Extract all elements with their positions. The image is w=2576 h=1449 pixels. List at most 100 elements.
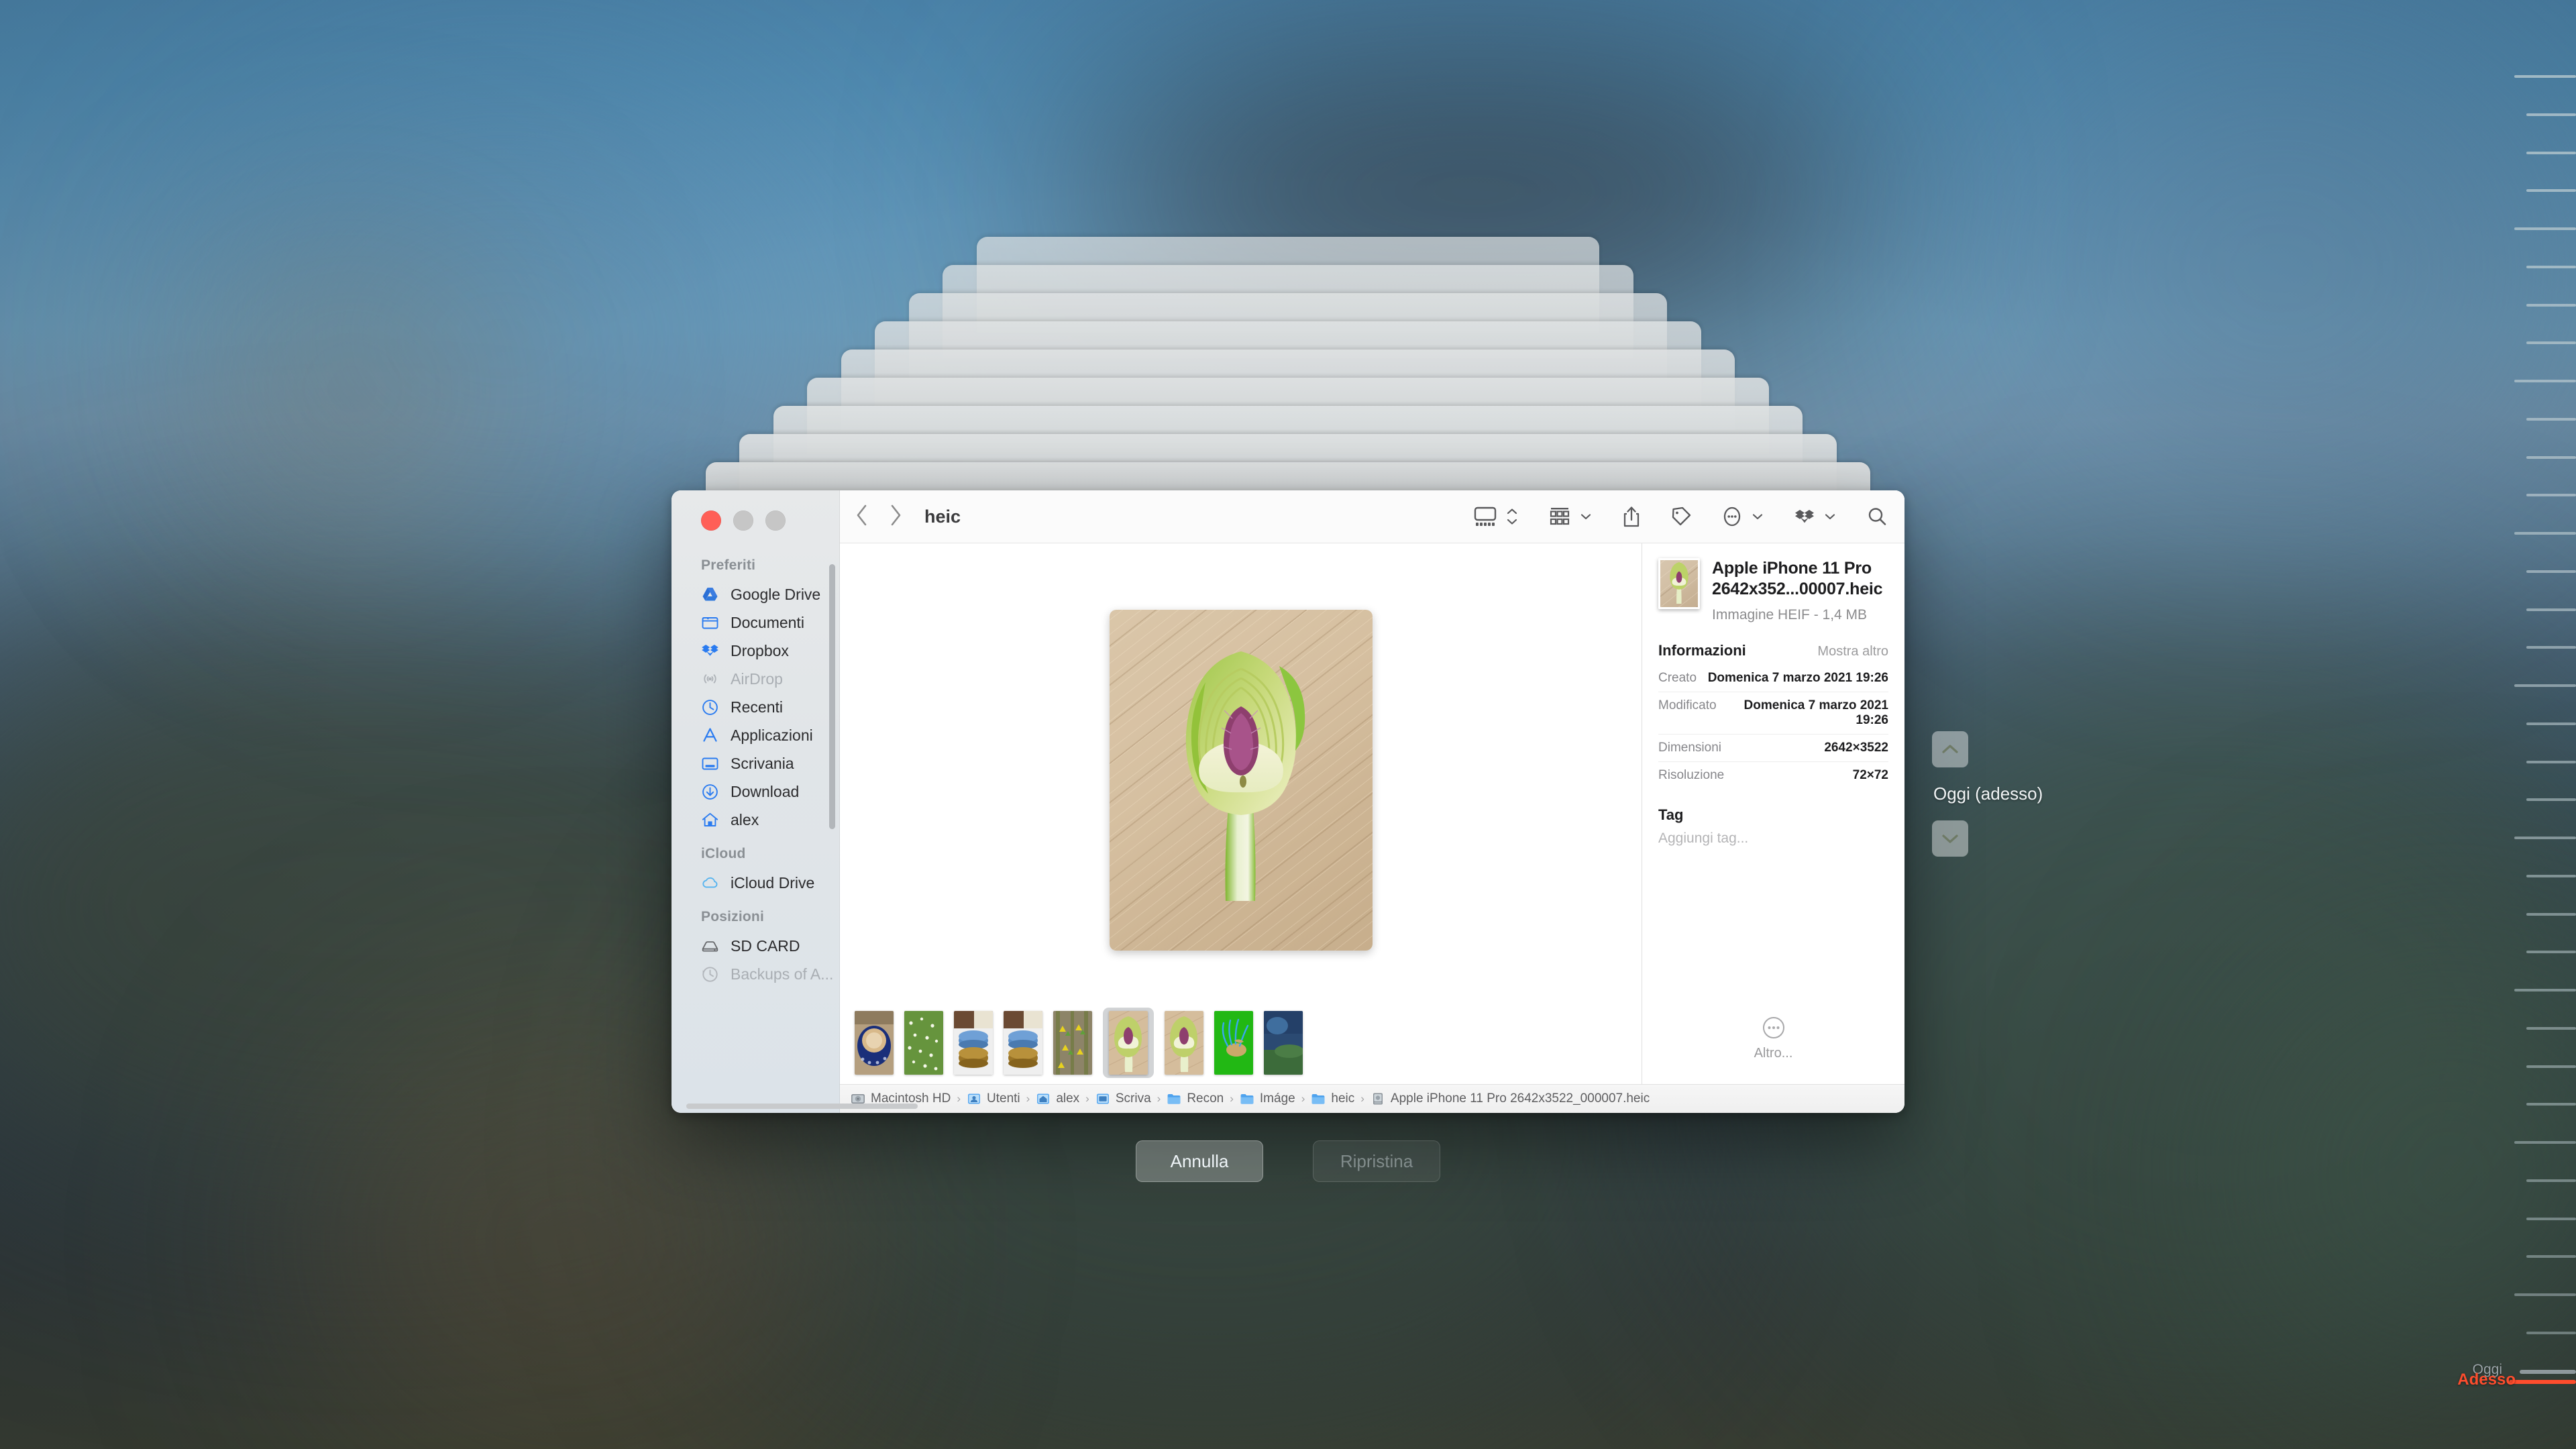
sidebar-item-scrivania[interactable]: Scrivania xyxy=(672,749,839,777)
timeline-tick[interactable] xyxy=(2514,227,2576,231)
timeline-tick[interactable] xyxy=(2526,303,2576,307)
timeline-tick[interactable] xyxy=(2514,837,2576,840)
filmstrip-scrollbar[interactable] xyxy=(686,1104,918,1109)
restore-action-bar: Annulla Ripristina xyxy=(0,1140,2576,1182)
timeline-tick[interactable] xyxy=(2526,455,2576,459)
timeline-tick[interactable] xyxy=(2526,494,2576,497)
filmstrip-thumbnail[interactable] xyxy=(1214,1010,1253,1075)
timeline-tick[interactable] xyxy=(2526,912,2576,916)
breadcrumb-separator: › xyxy=(1085,1092,1089,1105)
close-button[interactable] xyxy=(701,511,721,531)
sidebar-item-label: Recenti xyxy=(731,698,783,716)
timeline-tick[interactable] xyxy=(2526,874,2576,877)
breadcrumb-item[interactable]: Utenti xyxy=(967,1091,1020,1106)
timeline-tick[interactable] xyxy=(2526,1103,2576,1106)
download-icon xyxy=(701,783,719,801)
arrange-by-button[interactable] xyxy=(1549,506,1592,527)
sidebar-item-airdrop[interactable]: AirDrop xyxy=(672,665,839,693)
timeline-tick[interactable] xyxy=(2526,798,2576,802)
folder-icon xyxy=(1311,1091,1326,1106)
sidebar-item-dropbox[interactable]: Dropbox xyxy=(672,637,839,665)
go-back-in-time-button[interactable] xyxy=(1932,731,1968,767)
back-button[interactable] xyxy=(855,503,869,531)
breadcrumb-item[interactable]: Recon xyxy=(1167,1091,1224,1106)
timeline-tick[interactable] xyxy=(2526,1255,2576,1258)
dropbox-toolbar-button[interactable] xyxy=(1794,506,1836,527)
today-tick[interactable] xyxy=(2520,1370,2576,1374)
add-tag-input[interactable]: Aggiungi tag... xyxy=(1658,830,1888,847)
timeline-tick[interactable] xyxy=(2514,532,2576,535)
show-more-link[interactable]: Mostra altro xyxy=(1817,644,1888,659)
sidebar-item-recenti[interactable]: Recenti xyxy=(672,693,839,721)
sidebar-item-documenti[interactable]: Documenti xyxy=(672,608,839,637)
timeline-tick[interactable] xyxy=(2526,341,2576,345)
image-preview[interactable] xyxy=(840,543,1642,1001)
sidebar-item-alex[interactable]: alex xyxy=(672,806,839,834)
timeline-tick[interactable] xyxy=(2526,417,2576,421)
time-machine-timeline[interactable]: Oggi Adesso xyxy=(2457,0,2576,1449)
minimize-button[interactable] xyxy=(733,511,753,531)
zoom-button[interactable] xyxy=(765,511,786,531)
search-button[interactable] xyxy=(1867,506,1887,527)
timeline-tick[interactable] xyxy=(2526,1179,2576,1182)
timeline-tick[interactable] xyxy=(2514,989,2576,992)
timeline-tick[interactable] xyxy=(2514,75,2576,78)
timeline-tick[interactable] xyxy=(2526,113,2576,116)
timeline-tick[interactable] xyxy=(2514,684,2576,688)
timeline-tick[interactable] xyxy=(2526,570,2576,573)
timeline-tick[interactable] xyxy=(2514,380,2576,383)
timeline-tick[interactable] xyxy=(2526,722,2576,725)
go-forward-in-time-button[interactable] xyxy=(1932,820,1968,857)
sidebar-item-label: Dropbox xyxy=(731,641,789,659)
filmstrip-thumbnail[interactable] xyxy=(1165,1010,1203,1075)
timeline-tick[interactable] xyxy=(2526,951,2576,954)
tag-button[interactable] xyxy=(1671,506,1691,527)
timeline-tick[interactable] xyxy=(2526,760,2576,763)
timeline-tick[interactable] xyxy=(2526,1065,2576,1068)
share-button[interactable] xyxy=(1623,506,1640,527)
image-filmstrip[interactable] xyxy=(840,1001,1642,1084)
timeline-tick[interactable] xyxy=(2526,1026,2576,1030)
desktop-icon xyxy=(701,755,719,773)
view-stepper[interactable] xyxy=(1506,508,1518,525)
breadcrumb-item[interactable]: Apple iPhone 11 Pro 2642x3522_000007.hei… xyxy=(1371,1091,1650,1106)
finder-window: Preferiti Google Drive Documenti Dropbox Air… xyxy=(672,490,1904,1113)
breadcrumb-item[interactable]: alex xyxy=(1036,1091,1079,1106)
cancel-button[interactable]: Annulla xyxy=(1136,1140,1263,1182)
timeline-tick[interactable] xyxy=(2526,1332,2576,1334)
filmstrip-thumbnail-selected[interactable] xyxy=(1103,1007,1154,1078)
now-tick[interactable] xyxy=(2509,1380,2576,1384)
breadcrumb-item[interactable]: Scriva xyxy=(1095,1091,1151,1106)
sidebar-item-backups-of-a[interactable]: Backups of A... xyxy=(672,960,839,988)
breadcrumb-item[interactable]: Imáge xyxy=(1240,1091,1295,1106)
sidebar-item-applicazioni[interactable]: Applicazioni xyxy=(672,721,839,749)
timeline-tick[interactable] xyxy=(2526,608,2576,611)
sidebar-item-google-drive[interactable]: Google Drive xyxy=(672,580,839,608)
sidebar-scrollbar[interactable] xyxy=(829,564,835,829)
sidebar-item-icloud-drive[interactable]: iCloud Drive xyxy=(672,869,839,897)
more-actions-button[interactable] xyxy=(1722,506,1764,527)
airdrop-icon xyxy=(701,670,719,688)
timeline-tick[interactable] xyxy=(2514,1141,2576,1144)
more-button[interactable]: Altro... xyxy=(1642,1016,1904,1061)
timeline-tick[interactable] xyxy=(2526,646,2576,649)
timeline-tick[interactable] xyxy=(2526,1217,2576,1220)
filmstrip-thumbnail[interactable] xyxy=(1004,1010,1042,1075)
filmstrip-thumbnail[interactable] xyxy=(1264,1010,1303,1075)
artichoke-thumb xyxy=(1109,1010,1148,1075)
sidebar-item-sd-card[interactable]: SD CARD xyxy=(672,932,839,960)
view-mode-control[interactable] xyxy=(1474,506,1518,527)
sidebar-item-download[interactable]: Download xyxy=(672,777,839,806)
restore-button[interactable]: Ripristina xyxy=(1313,1140,1440,1182)
breadcrumb-item[interactable]: heic xyxy=(1311,1091,1354,1106)
timeline-tick[interactable] xyxy=(2526,151,2576,154)
timeline-tick[interactable] xyxy=(2526,189,2576,193)
forward-button[interactable] xyxy=(888,503,903,531)
timeline-tick[interactable] xyxy=(2526,265,2576,268)
filmstrip-thumbnail[interactable] xyxy=(904,1010,943,1075)
filmstrip-thumbnail[interactable] xyxy=(855,1010,894,1075)
filmstrip-thumbnail[interactable] xyxy=(954,1010,993,1075)
timeline-tick[interactable] xyxy=(2514,1293,2576,1297)
filmstrip-thumbnail[interactable] xyxy=(1053,1010,1092,1075)
window-title: heic xyxy=(924,506,961,527)
